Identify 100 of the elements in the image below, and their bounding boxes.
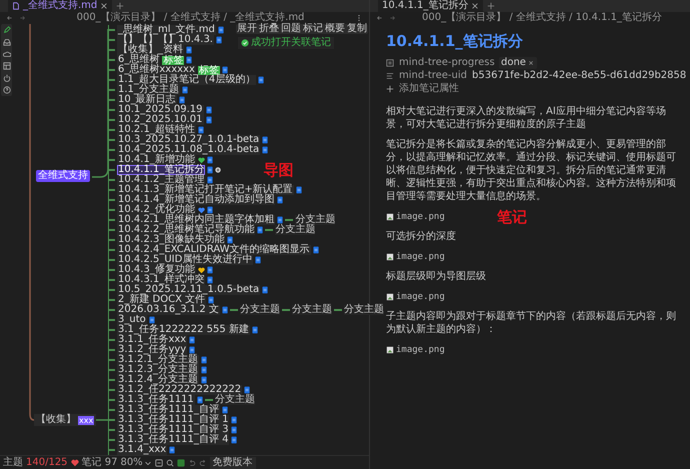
property-value[interactable]: b53671fe-b2d2-42ee-8e55-d61dd29b2858 bbox=[472, 70, 686, 82]
map-node[interactable]: 3.1_任务1222222 555 新建 bbox=[117, 325, 250, 335]
note-icon[interactable] bbox=[222, 406, 228, 414]
note-icon[interactable] bbox=[201, 366, 207, 374]
toolbar-button[interactable]: 折叠 bbox=[258, 24, 280, 34]
note-icon[interactable] bbox=[207, 176, 214, 184]
map-node[interactable]: 3.1.2_任务yyy bbox=[117, 345, 188, 355]
add-property-link[interactable]: 添加笔记属性 bbox=[399, 82, 459, 94]
note-icon[interactable] bbox=[196, 396, 203, 404]
help-icon[interactable] bbox=[2, 86, 10, 94]
map-node[interactable]: 10.4.1.4_新增笔记自动添加到导图 bbox=[117, 195, 276, 205]
branch-node[interactable]: 分支主题 bbox=[214, 395, 255, 405]
note-icon[interactable] bbox=[252, 326, 258, 334]
note-icon[interactable] bbox=[208, 296, 214, 304]
map-node[interactable]: _思维树_ml_文件.md bbox=[117, 25, 216, 35]
note-icon[interactable] bbox=[207, 166, 214, 174]
note-icon[interactable] bbox=[206, 106, 212, 114]
add-tab-icon[interactable] bbox=[487, 2, 496, 10]
map-node[interactable]: 3.1.2.1_分支主题 bbox=[117, 355, 199, 365]
property-chip[interactable]: done bbox=[499, 56, 537, 68]
map-node[interactable]: 10.4.3_修复功能 bbox=[117, 265, 196, 275]
note-icon[interactable] bbox=[231, 426, 238, 434]
map-node[interactable]: 3.1.2_任2222222222222 bbox=[117, 385, 242, 395]
map-node[interactable]: 【收集】_资料 bbox=[117, 45, 184, 55]
note-icon[interactable] bbox=[207, 276, 214, 284]
note-icon[interactable] bbox=[198, 126, 204, 134]
note-icon[interactable] bbox=[206, 116, 212, 124]
map-node[interactable]: 3.1.1_任务xxx bbox=[117, 335, 188, 345]
note-icon[interactable] bbox=[277, 196, 284, 204]
toolbar-button[interactable]: 复制 bbox=[346, 24, 368, 34]
note-icon[interactable] bbox=[312, 246, 319, 254]
map-node[interactable]: 3.1.3_任务1111_自评 3 bbox=[117, 425, 230, 435]
zoom-dropdown[interactable]: 80% bbox=[120, 456, 152, 469]
note-tab[interactable]: 10.4.1.1_笔记拆分 bbox=[378, 0, 484, 12]
map-node[interactable]: 10_最新日志 bbox=[117, 95, 177, 105]
map-node[interactable]: 10.5_2025.12.11_1.0.5-beta bbox=[117, 285, 260, 295]
note-icon[interactable] bbox=[222, 66, 228, 74]
branch-node[interactable]: 分支主题 bbox=[295, 215, 336, 225]
map-node[interactable]: 10.4.3.1_样式冲突 bbox=[117, 275, 206, 285]
map-node[interactable]: 3.1.3_任务1111 bbox=[117, 395, 195, 405]
edition-button[interactable]: 免费版本 bbox=[210, 456, 256, 469]
close-icon[interactable] bbox=[100, 2, 108, 10]
map-node[interactable]: 3.1.3_任务1111_自评 1 bbox=[117, 415, 230, 425]
note-icon[interactable] bbox=[178, 96, 185, 104]
map-node[interactable]: 2_新建 DOCX 文件 bbox=[117, 295, 206, 305]
redo-icon[interactable] bbox=[198, 458, 207, 467]
note-icon[interactable] bbox=[206, 156, 213, 164]
root-node[interactable]: 全维式支持 bbox=[36, 170, 90, 182]
outline-icon[interactable] bbox=[154, 458, 163, 467]
map-node[interactable]: 6_思维树 bbox=[117, 55, 160, 65]
toolbar-button[interactable]: 概要 bbox=[324, 24, 346, 34]
map-node[interactable]: 10.2.1_超链特性 bbox=[117, 125, 196, 135]
note-icon[interactable] bbox=[262, 136, 268, 144]
note-icon[interactable] bbox=[186, 56, 192, 64]
note-icon[interactable] bbox=[222, 306, 228, 314]
layout-icon[interactable] bbox=[2, 62, 10, 70]
note-icon[interactable] bbox=[189, 346, 196, 354]
branch-node[interactable]: 分支主题 bbox=[275, 225, 316, 235]
branch-node[interactable]: 分支主题 bbox=[292, 305, 332, 315]
note-icon[interactable] bbox=[255, 256, 262, 264]
toolbar-button[interactable]: 回题 bbox=[280, 24, 302, 34]
note-icon[interactable] bbox=[206, 266, 213, 274]
note-icon[interactable] bbox=[182, 86, 188, 94]
toolbar-button[interactable]: 标记 bbox=[302, 24, 324, 34]
map-node[interactable]: 10.4.2.2_思维树笔记导航功能 bbox=[117, 225, 256, 235]
map-node[interactable]: 3.1.3_任务1111_自评 bbox=[117, 405, 220, 415]
map-node[interactable]: 2026.03.16_3.1.2 文 bbox=[117, 305, 220, 315]
note-icon[interactable] bbox=[189, 336, 196, 344]
map-node[interactable]: 6_思维树xxxxxx bbox=[117, 65, 196, 75]
map-node[interactable]: 10.4.1.2_主题管理 bbox=[117, 175, 206, 185]
map-node[interactable]: 【】【】【】10.4.3. bbox=[117, 35, 214, 45]
note-icon[interactable] bbox=[218, 26, 224, 34]
power-icon[interactable] bbox=[2, 74, 10, 82]
map-node[interactable]: 10.4_2025.11.08_1.0.4-beta bbox=[117, 145, 260, 155]
pencil-icon[interactable] bbox=[2, 26, 10, 34]
map-node[interactable]: 10.4.2.5_UID属性失效进行中 bbox=[117, 255, 254, 265]
inbox-icon[interactable] bbox=[2, 38, 10, 46]
map-node[interactable]: 10.4.1_新增功能 bbox=[117, 155, 196, 165]
remove-icon[interactable] bbox=[526, 58, 535, 66]
map-node[interactable]: 3.1.3_任务1111_自评 4 bbox=[117, 435, 230, 445]
map-node[interactable]: 10.4.2.1_思维树内同主题字体加粗 bbox=[117, 215, 276, 225]
undo-icon[interactable] bbox=[188, 458, 196, 467]
note-icon[interactable] bbox=[201, 356, 207, 364]
map-node[interactable]: 10.2_2025.10.01 bbox=[117, 115, 204, 125]
close-icon[interactable] bbox=[471, 2, 480, 10]
map-node[interactable]: 10.4.2.3_图像缺失功能 bbox=[117, 235, 226, 245]
note-icon[interactable] bbox=[258, 76, 264, 84]
map-node[interactable]: 1.1_超大目录笔记（4层级的） bbox=[117, 75, 256, 85]
map-node[interactable]: 3.1.2.3_分支主题 bbox=[117, 365, 199, 375]
note-icon[interactable] bbox=[277, 216, 284, 224]
note-icon[interactable] bbox=[262, 146, 268, 154]
map-node[interactable]: 3_uto bbox=[117, 315, 147, 325]
map-node[interactable]: 10.4.1.3_新增笔记打开笔记+新认配置 bbox=[117, 185, 294, 195]
note-icon[interactable] bbox=[257, 226, 264, 234]
note-icon[interactable] bbox=[296, 186, 302, 194]
map-node[interactable]: 10.4.1.1_笔记拆分 bbox=[117, 165, 206, 175]
note-icon[interactable] bbox=[231, 436, 238, 444]
back-icon[interactable] bbox=[6, 14, 14, 22]
back-icon[interactable] bbox=[376, 14, 384, 22]
map-node[interactable]: 3.1.4_xxx bbox=[117, 445, 168, 455]
